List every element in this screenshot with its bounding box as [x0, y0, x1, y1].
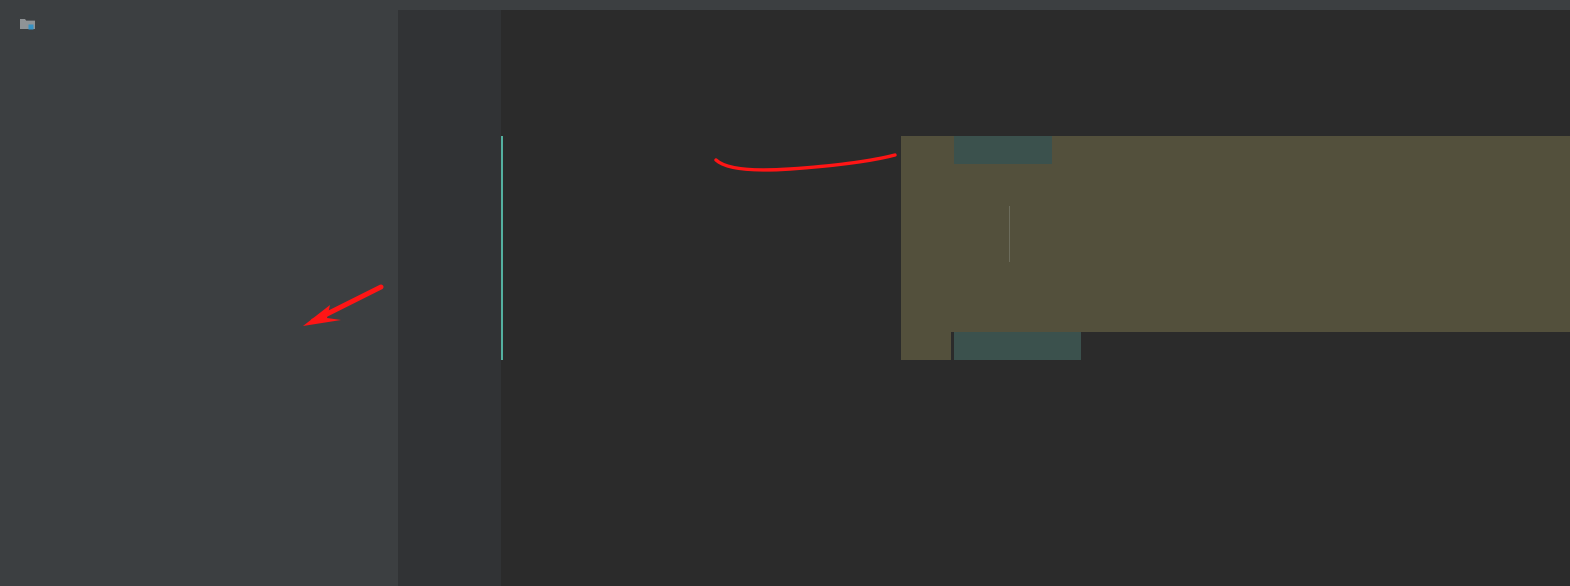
module-icon [19, 16, 36, 32]
block-highlight-lower [901, 332, 951, 360]
code-area[interactable] [398, 10, 1570, 586]
project-tree [0, 11, 398, 36]
ide-window [0, 0, 1570, 586]
fold-gutter[interactable] [470, 10, 501, 586]
sidebar-toolbar [0, 0, 398, 6]
project-sidebar [0, 0, 398, 586]
chevron-right-icon[interactable] [4, 17, 17, 30]
tree-row-project-root[interactable] [0, 11, 398, 36]
tag-match-highlight-open [954, 136, 1052, 164]
line-number-gutter [398, 10, 470, 586]
selection-bar [501, 136, 503, 360]
block-highlight-body [901, 164, 1570, 332]
editor-tab-bar [398, 0, 1570, 10]
tag-match-highlight-close [954, 332, 1081, 360]
code-editor [398, 0, 1570, 586]
indent-guide [1009, 206, 1010, 262]
